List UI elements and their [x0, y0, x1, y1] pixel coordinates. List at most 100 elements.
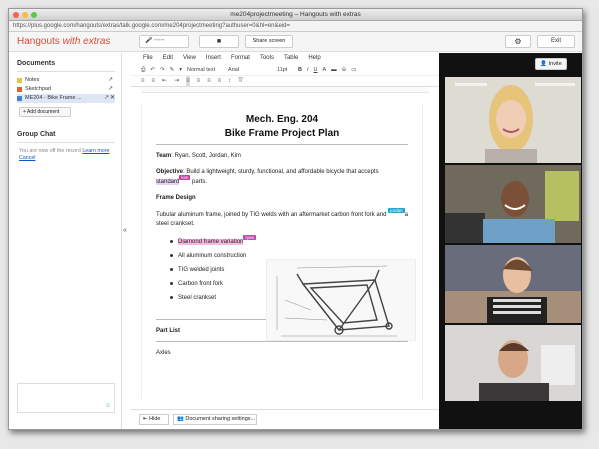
frame-heading: Frame Design: [156, 195, 196, 201]
justify-icon[interactable]: ≡: [218, 76, 222, 86]
menu-edit[interactable]: Edit: [163, 53, 173, 64]
zoom-icon[interactable]: ▾: [179, 64, 182, 75]
mic-button[interactable]: 🎤 •••••: [139, 35, 189, 48]
collab-highlight: standard: [156, 179, 180, 185]
maximize-window-icon[interactable]: [31, 12, 37, 18]
gear-icon: ⚙: [514, 37, 522, 46]
document-icon: [17, 96, 22, 101]
participant-image: [445, 165, 581, 243]
align-right-icon[interactable]: ≡: [207, 76, 211, 86]
link-icon[interactable]: ⊝: [342, 64, 347, 75]
underline-icon[interactable]: U: [314, 64, 318, 75]
list-item: Diamond frame variationryan: [170, 235, 408, 249]
doc-item-notes[interactable]: Notes ↗: [17, 76, 115, 85]
learn-more-link[interactable]: Learn more: [82, 148, 109, 154]
undo-icon[interactable]: ↶: [150, 64, 155, 75]
doc-item-label: Notes: [25, 77, 40, 83]
document-editor: File Edit View Insert Format Tools Table…: [131, 53, 439, 429]
menu-table[interactable]: Table: [284, 53, 298, 64]
hangout-header: Hangouts with extras 🎤 ••••• ■ Share scr…: [9, 32, 582, 52]
collapse-sidebar-icon[interactable]: «: [123, 227, 127, 234]
add-person-icon: 👤: [540, 61, 549, 67]
share-screen-button[interactable]: Share screen: [245, 35, 293, 48]
menu-tools[interactable]: Tools: [260, 53, 274, 64]
invite-label: Invite: [548, 61, 562, 67]
participant-video[interactable]: [445, 77, 581, 163]
objective-line: Objective: Build a lightweight, sturdy, …: [156, 168, 408, 187]
align-center-icon[interactable]: ≡: [197, 76, 201, 86]
cancel-link[interactable]: Cancel: [19, 155, 36, 161]
menu-format[interactable]: Format: [231, 53, 250, 64]
chat-input[interactable]: ☺: [17, 383, 115, 413]
style-select[interactable]: Normal text: [187, 64, 223, 75]
align-left-icon[interactable]: ≡: [186, 76, 190, 86]
emoji-icon[interactable]: ☺: [105, 403, 111, 409]
font-select[interactable]: Arial: [228, 64, 272, 75]
highlight-icon[interactable]: ▬: [331, 64, 337, 75]
bold-icon[interactable]: B: [298, 64, 302, 75]
divider: [156, 144, 408, 145]
menu-file[interactable]: File: [143, 53, 153, 64]
minimize-window-icon[interactable]: [22, 12, 28, 18]
camera-button[interactable]: ■: [199, 35, 239, 48]
close-window-icon[interactable]: [13, 12, 19, 18]
divider: [17, 142, 115, 143]
italic-icon[interactable]: I: [307, 64, 309, 75]
decrease-indent-icon[interactable]: ⇤: [162, 76, 167, 86]
doc-item-me204[interactable]: ME204 - Bike Frame ... ↗ ✕: [17, 94, 115, 103]
address-bar[interactable]: https://plus.google.com/hangouts/extras/…: [9, 21, 582, 32]
team-line: Team: Ryan, Scott, Jordan, Kim: [156, 152, 408, 161]
browser-window: me204projectmeeting – Hangouts with extr…: [8, 8, 583, 430]
participant-image: [445, 77, 581, 163]
text-color-icon[interactable]: A: [323, 64, 327, 75]
doc-footer: ⇤ Hide 👥 Document sharing settings...: [131, 409, 439, 429]
settings-button[interactable]: ⚙: [505, 35, 531, 48]
collaborator-tag-jordan: jordan: [388, 208, 405, 213]
sketchpad-icon: [17, 87, 22, 92]
bike-frame-drawing[interactable]: [266, 259, 416, 341]
clear-format-icon[interactable]: T̸: [238, 76, 242, 86]
document-sharing-button[interactable]: 👥 Document sharing settings...: [173, 414, 257, 425]
comment-icon[interactable]: ▭: [351, 64, 356, 75]
title-bar: me204projectmeeting – Hangouts with extr…: [9, 9, 582, 21]
bike-frame-sketch: [276, 265, 397, 337]
ruler[interactable]: [141, 87, 429, 93]
docs-menubar: File Edit View Insert Format Tools Table…: [131, 53, 439, 64]
pin-icon[interactable]: ↗: [108, 76, 113, 85]
docs-toolbar: ⎙ ↶ ↷ ✎ ▾ Normal text Arial 11pt B I U A…: [131, 64, 439, 76]
participant-video[interactable]: [445, 245, 581, 323]
invite-button[interactable]: 👤 Invite: [535, 58, 567, 70]
team-value: : Ryan, Scott, Jordan, Kim: [171, 153, 241, 159]
menu-help[interactable]: Help: [308, 53, 320, 64]
participant-image: [445, 325, 581, 401]
print-icon[interactable]: ⎙: [141, 64, 145, 75]
close-icon[interactable]: ✕: [110, 94, 115, 103]
increase-indent-icon[interactable]: ⇥: [174, 76, 179, 86]
document-page[interactable]: Mech. Eng. 204 Bike Frame Project Plan T…: [141, 103, 423, 399]
redo-icon[interactable]: ↷: [160, 64, 165, 75]
participant-video[interactable]: [445, 325, 581, 401]
brand-italic: with extras: [62, 36, 111, 47]
part-axles: Axles: [156, 350, 171, 356]
participant-video[interactable]: [445, 165, 581, 243]
numbered-list-icon[interactable]: ≡: [141, 76, 145, 86]
size-select[interactable]: 11pt: [277, 64, 293, 75]
objective-text: : Build a lightweight, sturdy, functiona…: [183, 169, 379, 175]
frame-text-1: Tubular aluminum frame, joined by TIG we…: [156, 212, 389, 218]
paint-format-icon[interactable]: ✎: [170, 64, 175, 75]
group-chat-heading: Group Chat: [17, 131, 56, 138]
doc-item-sketchpad[interactable]: Sketchpad ↗: [17, 85, 115, 94]
menu-insert[interactable]: Insert: [206, 53, 221, 64]
line-spacing-icon[interactable]: ↕: [228, 76, 231, 86]
docs-toolbar-2: ≡ ≡ ⇤ ⇥ ≡ ≡ ≡ ≡ ↕ T̸: [131, 76, 439, 87]
notes-icon: [17, 78, 22, 83]
exit-button[interactable]: Exit: [537, 35, 575, 48]
pin-icon[interactable]: ↗: [108, 85, 113, 94]
chat-status: You are now off the record Learn more Ca…: [19, 148, 111, 162]
hide-button[interactable]: ⇤ Hide: [139, 414, 169, 425]
pin-icon[interactable]: ↗: [104, 94, 109, 103]
bulleted-list-icon[interactable]: ≡: [152, 76, 156, 86]
doc-subtitle: Bike Frame Project Plan: [224, 128, 340, 139]
add-document-button[interactable]: + Add document: [19, 107, 71, 117]
menu-view[interactable]: View: [183, 53, 196, 64]
